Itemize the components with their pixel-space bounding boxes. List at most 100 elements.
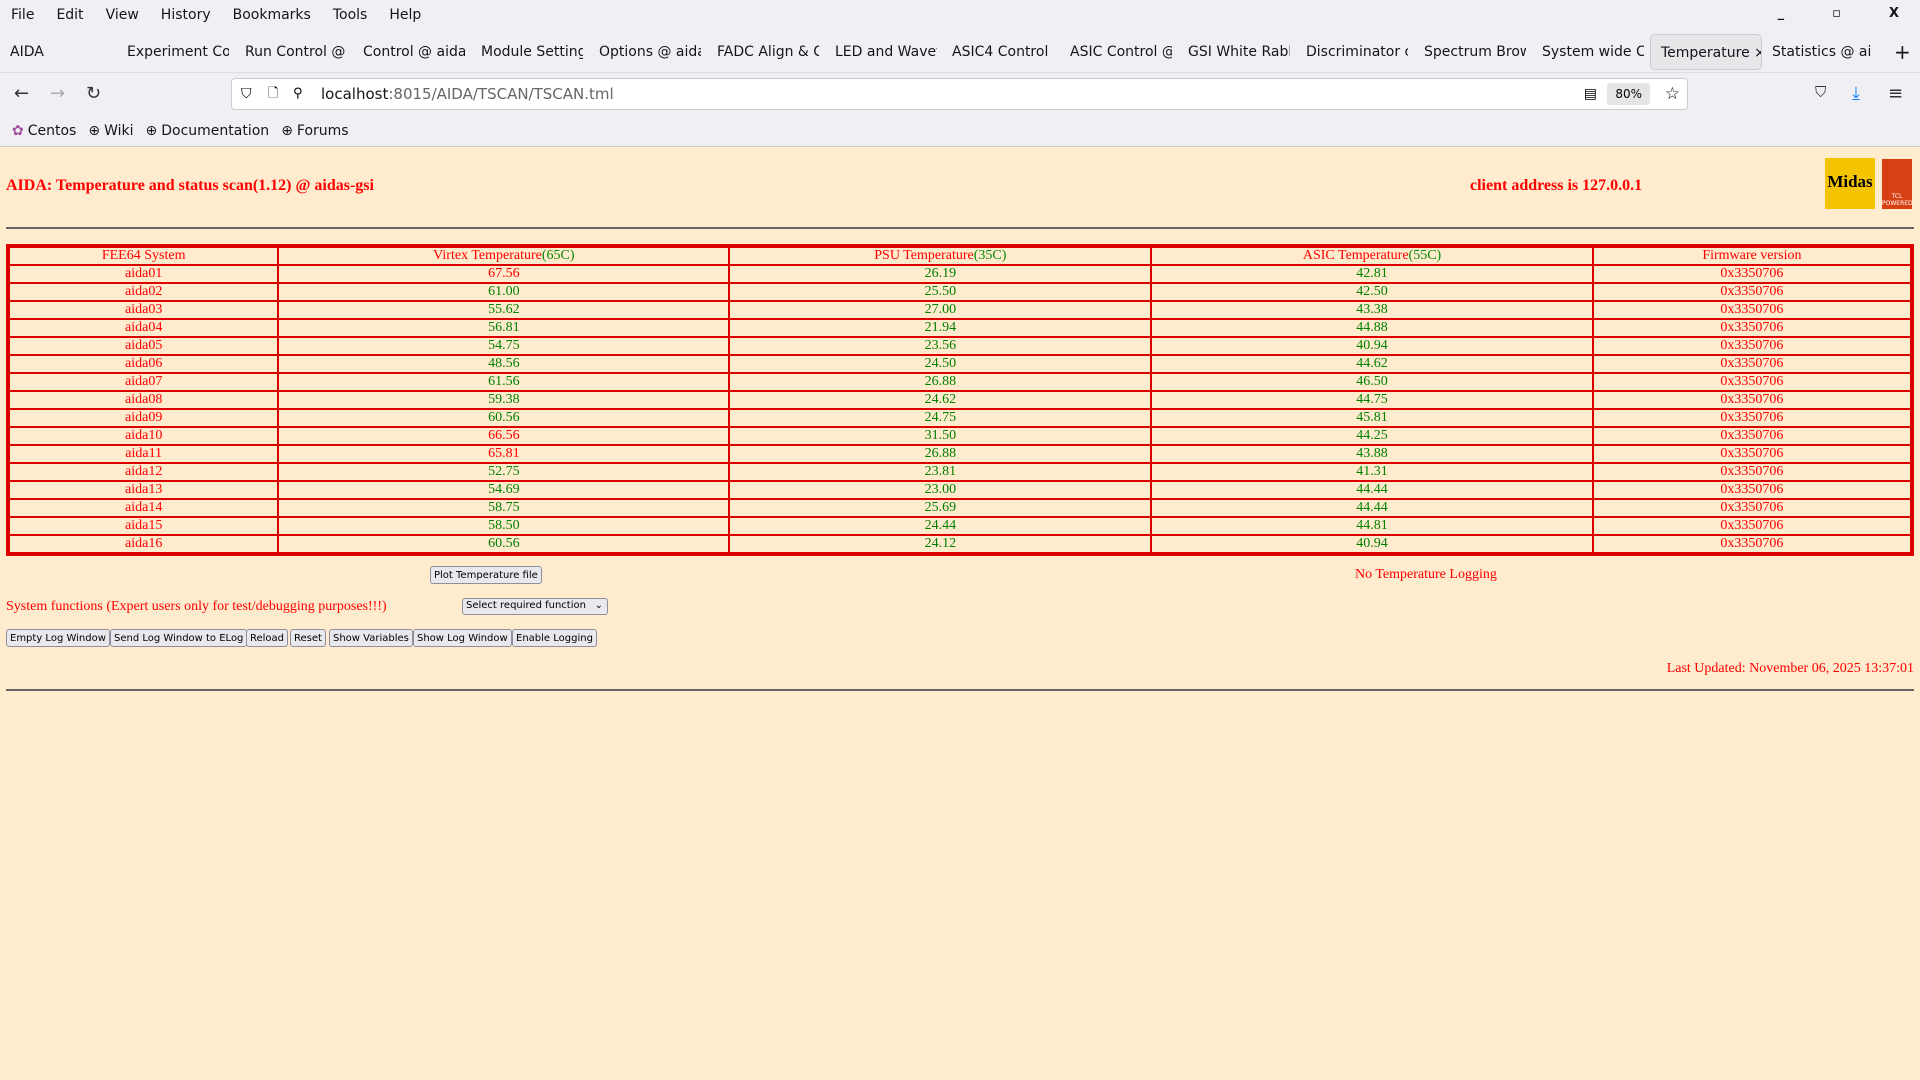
maximize-icon[interactable]: ▫: [1832, 6, 1841, 21]
tab-strip: AIDA Experiment Co Run Control @ Control @ …: [0, 32, 1920, 70]
hamburger-menu-icon[interactable]: ≡: [1888, 83, 1903, 104]
reset-button[interactable]: Reset: [290, 629, 326, 647]
menu-history[interactable]: History: [161, 7, 211, 23]
menu-file[interactable]: File: [11, 7, 34, 23]
reload-button[interactable]: Reload: [246, 629, 289, 647]
show-variables-button[interactable]: Show Variables: [329, 629, 413, 647]
temperature-cell: 41.31: [1151, 463, 1593, 481]
firmware-cell: 0x3350706: [1592, 373, 1911, 391]
temperature-cell: 59.38: [278, 391, 730, 409]
close-tab-icon[interactable]: ×: [1750, 45, 1761, 61]
enable-logging-button[interactable]: Enable Logging: [512, 629, 597, 647]
system-cell: aida06: [9, 355, 279, 373]
temperature-cell: 65.81: [278, 445, 730, 463]
temperature-cell: 23.00: [729, 481, 1152, 499]
bookmark-documentation[interactable]: ⊕ Documentation: [146, 123, 270, 139]
bookmark-star-icon[interactable]: ☆: [1665, 79, 1680, 109]
temperature-cell: 60.56: [278, 535, 730, 553]
zoom-level[interactable]: 80%: [1607, 83, 1650, 105]
minimize-icon[interactable]: _: [1778, 6, 1785, 21]
logging-status: No Temperature Logging: [1355, 567, 1497, 582]
temperature-cell: 25.69: [729, 499, 1152, 517]
tab-12[interactable]: Spectrum Brow: [1414, 34, 1526, 70]
show-log-window-button[interactable]: Show Log Window: [413, 629, 512, 647]
tab-15[interactable]: Statistics @ ai: [1762, 34, 1874, 70]
tab-0[interactable]: AIDA: [0, 34, 112, 70]
download-icon[interactable]: ⤓: [1852, 83, 1860, 104]
page-title: AIDA: Temperature and status scan(1.12) …: [6, 177, 374, 194]
globe-icon: ⊕: [281, 122, 293, 139]
tab-7[interactable]: LED and Wavef: [825, 34, 937, 70]
temperature-table: FEE64 System Virtex Temperature(65C) PSU T…: [6, 244, 1914, 556]
reload-icon[interactable]: ↻: [86, 83, 101, 104]
tab-1[interactable]: Experiment Co: [117, 34, 229, 70]
url-bar[interactable]: ⛉ 🗋 ⚲ localhost:8015/AIDA/TSCAN/TSCAN.tm…: [231, 78, 1688, 110]
system-cell: aida01: [9, 265, 279, 283]
temperature-cell: 54.69: [278, 481, 730, 499]
temperature-cell: 66.56: [278, 427, 730, 445]
pocket-icon[interactable]: ⛉: [1815, 83, 1826, 101]
permissions-icon[interactable]: ⚲: [293, 79, 303, 109]
tab-5[interactable]: Options @ aida: [589, 34, 701, 70]
column-header: FEE64 System: [9, 247, 279, 265]
tab-13[interactable]: System wide C: [1532, 34, 1644, 70]
table-row: aida03 55.62 27.00 43.38 0x3350706: [9, 301, 1911, 319]
temperature-cell: 44.44: [1151, 499, 1593, 517]
tab-2[interactable]: Run Control @: [235, 34, 347, 70]
tab-8[interactable]: ASIC4 Control: [942, 34, 1054, 70]
url-text[interactable]: localhost:8015/AIDA/TSCAN/TSCAN.tml: [321, 79, 614, 109]
nav-bar: ← → ↻ ⛉ 🗋 ⚲ localhost:8015/AIDA/TSCAN/TS…: [0, 72, 1920, 115]
temperature-cell: 67.56: [278, 265, 730, 283]
bookmark-wiki[interactable]: ⊕ Wiki: [88, 123, 133, 139]
firmware-cell: 0x3350706: [1592, 319, 1911, 337]
plot-temperature-button[interactable]: Plot Temperature file: [430, 566, 542, 584]
temperature-cell: 23.56: [729, 337, 1152, 355]
shield-icon[interactable]: ⛉: [241, 79, 252, 109]
temperature-cell: 23.81: [729, 463, 1152, 481]
tab-6[interactable]: FADC Align & C: [707, 34, 819, 70]
column-header: Firmware version: [1592, 247, 1911, 265]
temperature-cell: 40.94: [1151, 535, 1593, 553]
system-cell: aida08: [9, 391, 279, 409]
close-window-icon[interactable]: X: [1889, 6, 1899, 21]
table-row: aida06 48.56 24.50 44.62 0x3350706: [9, 355, 1911, 373]
system-cell: aida07: [9, 373, 279, 391]
system-cell: aida03: [9, 301, 279, 319]
back-icon[interactable]: ←: [14, 83, 29, 104]
menu-view[interactable]: View: [106, 7, 139, 23]
menu-tools[interactable]: Tools: [333, 7, 368, 23]
temperature-cell: 24.62: [729, 391, 1152, 409]
column-header: PSU Temperature(35C): [729, 247, 1152, 265]
temperature-cell: 61.00: [278, 283, 730, 301]
forward-icon[interactable]: →: [50, 83, 65, 104]
menu-bookmarks[interactable]: Bookmarks: [233, 7, 311, 23]
tab-11[interactable]: Discriminator c: [1296, 34, 1408, 70]
tab-3[interactable]: Control @ aida: [353, 34, 465, 70]
chevron-down-icon: ⌄: [594, 600, 603, 611]
temperature-cell: 44.44: [1151, 481, 1593, 499]
bookmark-forums[interactable]: ⊕ Forums: [281, 123, 348, 139]
system-cell: aida16: [9, 535, 279, 553]
menu-edit[interactable]: Edit: [56, 7, 83, 23]
tab-10[interactable]: GSI White Rabb: [1178, 34, 1290, 70]
menu-help[interactable]: Help: [389, 7, 421, 23]
table-row: aida10 66.56 31.50 44.25 0x3350706: [9, 427, 1911, 445]
midas-logo: Midas: [1825, 158, 1875, 209]
system-cell: aida13: [9, 481, 279, 499]
send-log-window-to-elog-button[interactable]: Send Log Window to ELog: [110, 629, 248, 647]
temperature-cell: 21.94: [729, 319, 1152, 337]
temperature-cell: 44.81: [1151, 517, 1593, 535]
bookmark-centos[interactable]: ✿ Centos: [12, 123, 76, 139]
new-tab-icon[interactable]: +: [1884, 34, 1911, 70]
temperature-cell: 44.88: [1151, 319, 1593, 337]
centos-icon: ✿: [12, 122, 24, 139]
temperature-cell: 27.00: [729, 301, 1152, 319]
temperature-cell: 26.19: [729, 265, 1152, 283]
empty-log-window-button[interactable]: Empty Log Window: [6, 629, 110, 647]
table-row: aida04 56.81 21.94 44.88 0x3350706: [9, 319, 1911, 337]
function-select[interactable]: Select required function ⌄: [462, 598, 608, 615]
tab-14[interactable]: Temperature ×: [1650, 34, 1762, 70]
tab-9[interactable]: ASIC Control @: [1060, 34, 1172, 70]
reader-view-icon[interactable]: ▤: [1584, 79, 1597, 109]
tab-4[interactable]: Module Setting: [471, 34, 583, 70]
